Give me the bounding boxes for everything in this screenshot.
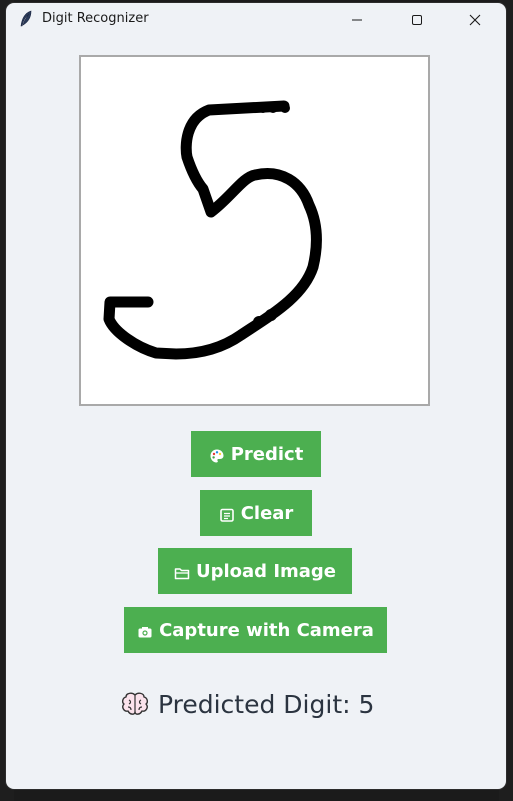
maximize-icon bbox=[412, 14, 422, 25]
drawing-canvas[interactable] bbox=[79, 55, 430, 406]
handwritten-digit-drawing bbox=[103, 100, 322, 360]
window-title: Digit Recognizer bbox=[42, 11, 149, 26]
title-bar[interactable]: Digit Recognizer bbox=[6, 3, 506, 36]
close-icon bbox=[469, 14, 481, 25]
feather-icon bbox=[19, 10, 33, 28]
prediction-result: Predicted Digit: 5 bbox=[120, 686, 374, 722]
camera-icon bbox=[137, 624, 153, 640]
capture-camera-button[interactable]: Capture with Camera bbox=[124, 607, 387, 653]
clear-icon bbox=[219, 507, 235, 523]
folder-icon bbox=[174, 565, 190, 581]
maximize-button[interactable] bbox=[394, 3, 440, 36]
predict-button[interactable]: Predict bbox=[191, 431, 321, 477]
capture-camera-button-label: Capture with Camera bbox=[159, 619, 374, 641]
prediction-text: Predicted Digit: 5 bbox=[158, 689, 375, 719]
palette-icon bbox=[209, 448, 225, 464]
clear-button-label: Clear bbox=[240, 502, 294, 524]
clear-button[interactable]: Clear bbox=[200, 490, 312, 536]
close-button[interactable] bbox=[452, 3, 498, 36]
minimize-button[interactable] bbox=[334, 3, 380, 36]
app-window: Digit Recognizer Predict Clear Upload Im… bbox=[6, 3, 506, 789]
upload-image-button-label: Upload Image bbox=[195, 560, 337, 582]
upload-image-button[interactable]: Upload Image bbox=[158, 548, 352, 594]
predict-button-label: Predict bbox=[230, 443, 304, 465]
brain-icon bbox=[120, 691, 150, 717]
minimize-icon bbox=[352, 19, 362, 20]
